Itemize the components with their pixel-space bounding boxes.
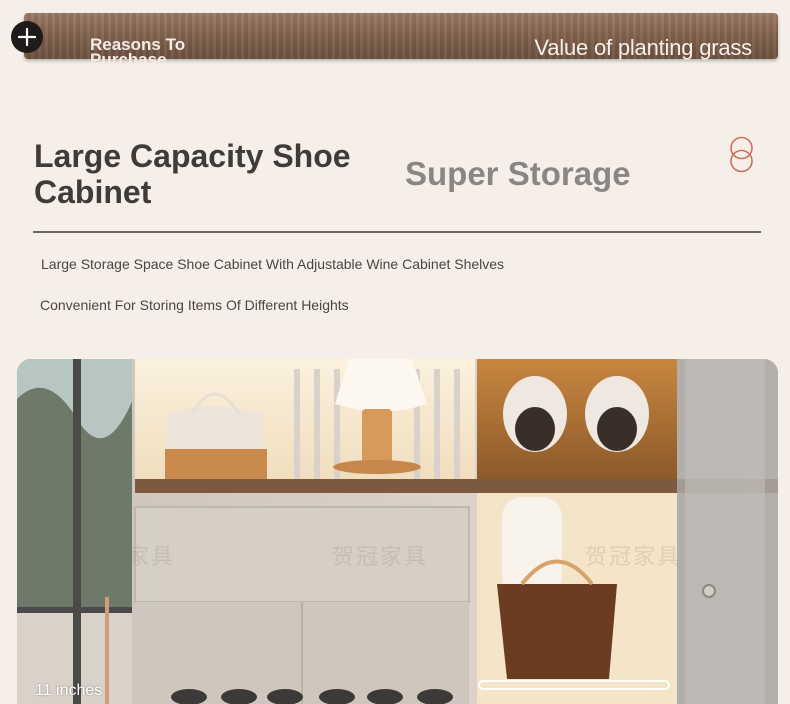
heading-divider — [33, 231, 761, 233]
watermark-center: 贺冠家具 — [332, 544, 429, 569]
watermark-left: 贺冠家具 — [79, 544, 176, 569]
banner-right-text: Value of planting grass — [534, 35, 752, 60]
cabinet-illustration — [17, 359, 778, 704]
dimension-label: 11 inches — [35, 682, 103, 699]
double-ring-icon — [730, 136, 753, 173]
description-line-2: Convenient For Storing Items Of Differen… — [40, 297, 349, 313]
title-banner: Reasons To Purchase Value of planting gr… — [24, 13, 778, 68]
plus-icon — [17, 27, 37, 47]
description-line-1: Large Storage Space Shoe Cabinet With Ad… — [41, 256, 505, 272]
page-subtitle: Super Storage — [405, 155, 631, 192]
expand-button[interactable] — [11, 21, 43, 53]
product-photo: 贺冠家具 贺冠家具 贺冠家具 11 inches — [17, 359, 778, 704]
banner-left-text: Reasons To Purchase — [90, 35, 186, 69]
page-title: Large Capacity Shoe Cabinet — [34, 138, 351, 210]
watermark-right: 贺冠家具 — [585, 544, 682, 569]
